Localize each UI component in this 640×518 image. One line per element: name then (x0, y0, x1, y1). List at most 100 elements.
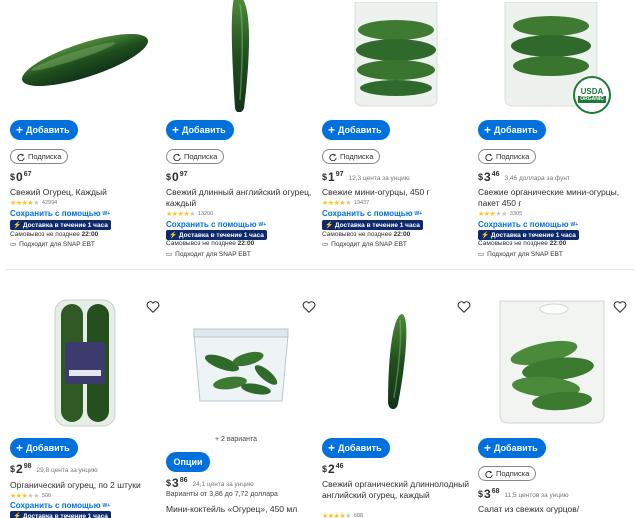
star-rating: ★★★★★ (166, 211, 195, 218)
add-to-cart-button[interactable]: + Добавить (322, 438, 390, 458)
star-rating: ★★★★★ (10, 200, 39, 207)
add-to-cart-button[interactable]: + Добавить (478, 120, 546, 140)
product-image[interactable] (10, 4, 160, 116)
cucumber-bag-image (354, 2, 438, 107)
pickup-info: Самовывоз не позднее 22:00 (10, 231, 99, 238)
product-price: $ 3 46 3,46 доллара за фунт (478, 170, 570, 184)
save-with-walmart-plus[interactable]: Сохранить с помощью W+ (10, 501, 110, 510)
cucumber-image (388, 314, 407, 410)
star-rating: ★★★★★ (10, 493, 39, 500)
refresh-icon (485, 153, 493, 161)
save-with-walmart-plus[interactable]: Сохранить с помощью W+ (478, 220, 578, 229)
cucumber-image (231, 0, 249, 112)
plus-icon: + (328, 441, 336, 455)
plus-icon: + (16, 441, 24, 455)
heart-icon[interactable] (146, 300, 160, 314)
card-icon: ▭ (166, 251, 173, 258)
add-to-cart-button[interactable]: + Добавить (10, 438, 78, 458)
product-title[interactable]: Органический огурец, по 2 штуки (10, 480, 160, 491)
product-rating: ★★★★★ 19437 (322, 200, 370, 207)
product-price: $ 0 67 (10, 170, 32, 184)
refresh-icon (329, 153, 337, 161)
product-rating: ★★★★★ 42994 (10, 200, 58, 207)
star-rating: ★★★★★ (322, 513, 351, 518)
plus-icon: + (328, 123, 336, 137)
cucumber-bag-image (499, 300, 605, 424)
card-icon: ▭ (10, 241, 17, 248)
star-rating: ★★★★★ (478, 211, 507, 218)
snap-ebt-info: ▭ Подходит для SNAP EBT (10, 240, 95, 249)
refresh-icon (173, 153, 181, 161)
lightning-icon: ⚡ (481, 232, 490, 239)
delivery-badge: ⚡ Доставка в течение 1 часа (166, 230, 267, 240)
product-image[interactable] (165, 0, 315, 112)
save-with-walmart-plus[interactable]: Сохранить с помощью W+ (10, 209, 110, 218)
snap-ebt-info: ▭ Подходит для SNAP EBT (478, 250, 563, 259)
product-price: $ 3 86 24,1 цента за унцию (166, 476, 254, 490)
refresh-icon (485, 470, 493, 478)
cucumber-image (22, 33, 148, 87)
save-with-walmart-plus[interactable]: Сохранить с помощью W+ (166, 220, 266, 229)
heart-icon[interactable] (613, 300, 627, 314)
product-rating: ★★★★★ 506 (10, 493, 52, 500)
product-title[interactable]: Свежий Огурец, Каждый (10, 187, 160, 198)
save-with-walmart-plus[interactable]: Сохранить с помощью W+ (322, 209, 422, 218)
product-image[interactable] (321, 0, 471, 112)
product-image[interactable] (10, 296, 160, 430)
add-to-cart-button[interactable]: + Добавить (10, 120, 78, 140)
product-rating: ★★★★★ 688 (322, 513, 364, 518)
heart-icon[interactable] (302, 300, 316, 314)
pickup-info: Самовывоз не позднее 22:00 (166, 240, 255, 247)
refresh-icon (17, 153, 25, 161)
lightning-icon: ⚡ (325, 222, 334, 229)
subscribe-button[interactable]: Подписка (166, 149, 225, 164)
product-title[interactable]: Мини-коктейль «Огурец», 450 мл (166, 504, 316, 515)
lightning-icon: ⚡ (13, 222, 22, 229)
delivery-badge: ⚡ Доставка в течение 1 часа (10, 220, 111, 230)
product-title[interactable]: Свежие органические мини-огурцы, пакет 4… (478, 187, 628, 209)
product-image[interactable] (166, 310, 316, 420)
row-divider (5, 269, 635, 270)
pickup-info: Самовывоз не позднее 22:00 (478, 240, 567, 247)
subscribe-button[interactable]: Подписка (478, 149, 537, 164)
plus-icon: + (484, 441, 492, 455)
plus-icon: + (484, 123, 492, 137)
cucumber-clamshell-image (193, 328, 289, 402)
add-to-cart-button[interactable]: + Добавить (166, 120, 234, 140)
product-rating: ★★★★★ 13200 (166, 211, 214, 218)
delivery-badge: ⚡ Доставка в течение 1 часа (478, 230, 579, 240)
product-title[interactable]: Свежие мини-огурцы, 450 г (322, 187, 472, 198)
product-price: $ 1 97 12,3 цента за унцию (322, 170, 410, 184)
snap-ebt-info: ▭ Подходит для SNAP EBT (166, 250, 251, 259)
star-rating: ★★★★★ (322, 200, 351, 207)
product-price: $ 2 98 29,8 цента за унцию (10, 462, 98, 476)
cucumber-pack-image (54, 299, 116, 427)
pickup-info: Самовывоз не позднее 22:00 (322, 231, 411, 238)
delivery-badge: ⚡ Доставка в течение 1 часа (322, 220, 423, 230)
subscribe-button[interactable]: Подписка (322, 149, 381, 164)
subscribe-button[interactable]: Подписка (10, 149, 69, 164)
plus-icon: + (16, 123, 24, 137)
delivery-badge: ⚡ Доставка в течение 1 часа (10, 511, 111, 518)
add-to-cart-button[interactable]: + Добавить (322, 120, 390, 140)
variant-price-range: Варианты от 3,86 до 7,72 доллара (166, 491, 278, 498)
card-icon: ▭ (322, 241, 329, 248)
product-image[interactable] (321, 296, 471, 428)
usda-organic-logo: USDA ORGANIC (573, 76, 611, 114)
product-title[interactable]: Свежий длинный английский огурец, каждый (166, 187, 316, 209)
options-button[interactable]: Опции (166, 452, 210, 472)
subscribe-button[interactable]: Подписка (478, 466, 537, 481)
lightning-icon: ⚡ (169, 232, 178, 239)
lightning-icon: ⚡ (13, 513, 22, 518)
product-rating: ★★★★★ 3305 (478, 211, 523, 218)
heart-icon[interactable] (457, 300, 471, 314)
snap-ebt-info: ▭ Подходит для SNAP EBT (322, 240, 407, 249)
add-to-cart-button[interactable]: + Добавить (478, 438, 546, 458)
product-image[interactable] (477, 296, 627, 428)
product-price: $ 2 46 (322, 462, 344, 476)
product-title[interactable]: Салат из свежих огурцов/ (478, 504, 628, 515)
card-icon: ▭ (478, 251, 485, 258)
product-title[interactable]: Свежий органический длиннолодный английс… (322, 479, 472, 501)
variants-count[interactable]: + 2 варианта (215, 436, 257, 443)
product-price: $ 0 97 (166, 170, 188, 184)
